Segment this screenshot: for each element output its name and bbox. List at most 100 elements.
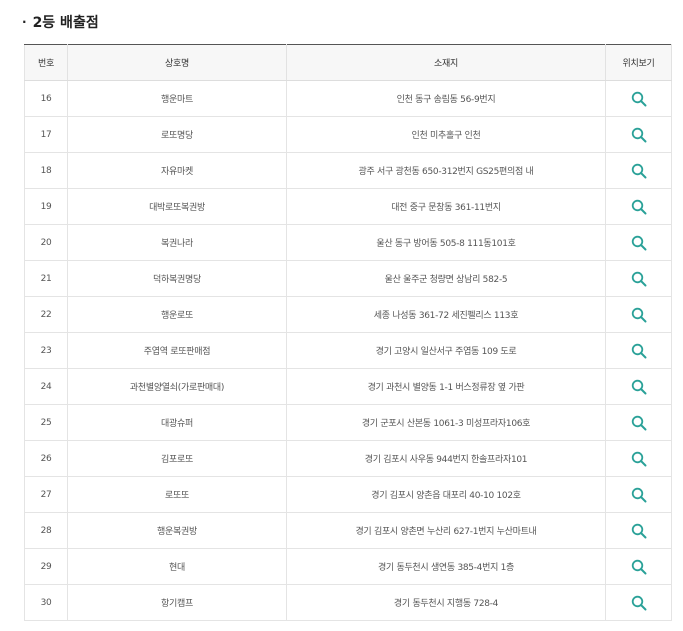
store-name: 행운마트 — [67, 80, 287, 117]
table-row: 28 행운복권방 경기 김포시 양촌면 누산리 627-1번지 누산마트내 — [24, 512, 672, 549]
store-address: 경기 과천시 별양동 1-1 버스정류장 옆 가판 — [286, 368, 606, 405]
store-address: 울산 동구 방어동 505-8 111동101호 — [286, 224, 606, 261]
table-row: 22 행운로또 세종 나성동 361-72 세진펠리스 113호 — [24, 296, 672, 333]
view-location-cell — [605, 260, 672, 297]
store-name: 항기캠프 — [67, 584, 287, 621]
view-location-cell — [605, 548, 672, 585]
store-name: 대광슈퍼 — [67, 404, 287, 441]
search-icon — [631, 559, 646, 574]
store-address: 경기 김포시 사우동 944번지 한솔프라자101 — [286, 440, 606, 477]
search-icon — [631, 163, 646, 178]
view-location-button[interactable] — [629, 485, 649, 505]
row-number: 21 — [24, 260, 68, 297]
view-location-button[interactable] — [629, 557, 649, 577]
view-location-cell — [605, 332, 672, 369]
search-icon — [631, 91, 646, 106]
view-location-button[interactable] — [629, 449, 649, 469]
view-location-button[interactable] — [629, 377, 649, 397]
store-name: 김포로또 — [67, 440, 287, 477]
view-location-cell — [605, 404, 672, 441]
table-row: 19 대박로또복권방 대전 중구 문창동 361-11번지 — [24, 188, 672, 225]
store-name: 덕하복권명당 — [67, 260, 287, 297]
view-location-button[interactable] — [629, 413, 649, 433]
store-name: 행운로또 — [67, 296, 287, 333]
table-row: 24 과천별양열쇠(가로판매대) 경기 과천시 별양동 1-1 버스정류장 옆 가판 — [24, 368, 672, 405]
store-address: 경기 고양시 일산서구 주엽동 109 도로 — [286, 332, 606, 369]
row-number: 20 — [24, 224, 68, 261]
table-row: 23 주엽역 로또판매점 경기 고양시 일산서구 주엽동 109 도로 — [24, 332, 672, 369]
view-location-cell — [605, 440, 672, 477]
table-row: 18 자유마켓 광주 서구 광천동 650-312번지 GS25편의점 내 — [24, 152, 672, 189]
view-location-button[interactable] — [629, 341, 649, 361]
search-icon — [631, 595, 646, 610]
store-name: 로또또 — [67, 476, 287, 513]
header-store-name: 상호명 — [67, 44, 287, 81]
store-address: 세종 나성동 361-72 세진펠리스 113호 — [286, 296, 606, 333]
search-icon — [631, 127, 646, 142]
search-icon — [631, 343, 646, 358]
row-number: 22 — [24, 296, 68, 333]
section-title: · 2등 배출점 — [22, 12, 99, 32]
view-location-button[interactable] — [629, 521, 649, 541]
store-name: 주엽역 로또판매점 — [67, 332, 287, 369]
search-icon — [631, 451, 646, 466]
header-view-location: 위치보기 — [605, 44, 672, 81]
winning-stores-table: 번호 상호명 소재지 위치보기 16 행운마트 인천 동구 송림동 56-9번지 17… — [24, 44, 672, 621]
view-location-button[interactable] — [629, 197, 649, 217]
table-row: 29 현대 경기 동두천시 생연동 385-4번지 1층 — [24, 548, 672, 585]
row-number: 26 — [24, 440, 68, 477]
view-location-button[interactable] — [629, 269, 649, 289]
table-row: 21 덕하복권명당 울산 울주군 청량면 상남리 582-5 — [24, 260, 672, 297]
view-location-cell — [605, 512, 672, 549]
store-address: 경기 김포시 양촌면 누산리 627-1번지 누산마트내 — [286, 512, 606, 549]
view-location-button[interactable] — [629, 125, 649, 145]
view-location-cell — [605, 188, 672, 225]
store-name: 현대 — [67, 548, 287, 585]
search-icon — [631, 487, 646, 502]
search-icon — [631, 235, 646, 250]
row-number: 28 — [24, 512, 68, 549]
search-icon — [631, 199, 646, 214]
row-number: 23 — [24, 332, 68, 369]
store-address: 울산 울주군 청량면 상남리 582-5 — [286, 260, 606, 297]
view-location-button[interactable] — [629, 593, 649, 613]
row-number: 18 — [24, 152, 68, 189]
section-title-text: 2등 배출점 — [32, 15, 99, 31]
search-icon — [631, 379, 646, 394]
view-location-cell — [605, 368, 672, 405]
store-address: 대전 중구 문창동 361-11번지 — [286, 188, 606, 225]
store-address: 경기 김포시 양촌읍 대포리 40-10 102호 — [286, 476, 606, 513]
view-location-cell — [605, 152, 672, 189]
table-row: 27 로또또 경기 김포시 양촌읍 대포리 40-10 102호 — [24, 476, 672, 513]
view-location-button[interactable] — [629, 305, 649, 325]
search-icon — [631, 415, 646, 430]
table-header-row: 번호 상호명 소재지 위치보기 — [24, 44, 672, 81]
view-location-cell — [605, 80, 672, 117]
row-number: 25 — [24, 404, 68, 441]
row-number: 27 — [24, 476, 68, 513]
store-address: 인천 미추홀구 인천 — [286, 116, 606, 153]
row-number: 24 — [24, 368, 68, 405]
view-location-cell — [605, 476, 672, 513]
header-address: 소재지 — [286, 44, 606, 81]
view-location-cell — [605, 296, 672, 333]
search-icon — [631, 307, 646, 322]
store-address: 경기 동두천시 지행동 728-4 — [286, 584, 606, 621]
view-location-button[interactable] — [629, 89, 649, 109]
store-name: 대박로또복권방 — [67, 188, 287, 225]
row-number: 30 — [24, 584, 68, 621]
table-row: 16 행운마트 인천 동구 송림동 56-9번지 — [24, 80, 672, 117]
table-body: 16 행운마트 인천 동구 송림동 56-9번지 17 로또명당 인천 미추홀구 인천 18… — [24, 80, 672, 621]
view-location-cell — [605, 116, 672, 153]
view-location-button[interactable] — [629, 161, 649, 181]
view-location-cell — [605, 584, 672, 621]
row-number: 16 — [24, 80, 68, 117]
store-name: 과천별양열쇠(가로판매대) — [67, 368, 287, 405]
row-number: 17 — [24, 116, 68, 153]
view-location-button[interactable] — [629, 233, 649, 253]
table-row: 26 김포로또 경기 김포시 사우동 944번지 한솔프라자101 — [24, 440, 672, 477]
view-location-cell — [605, 224, 672, 261]
row-number: 19 — [24, 188, 68, 225]
store-name: 로또명당 — [67, 116, 287, 153]
store-address: 광주 서구 광천동 650-312번지 GS25편의점 내 — [286, 152, 606, 189]
